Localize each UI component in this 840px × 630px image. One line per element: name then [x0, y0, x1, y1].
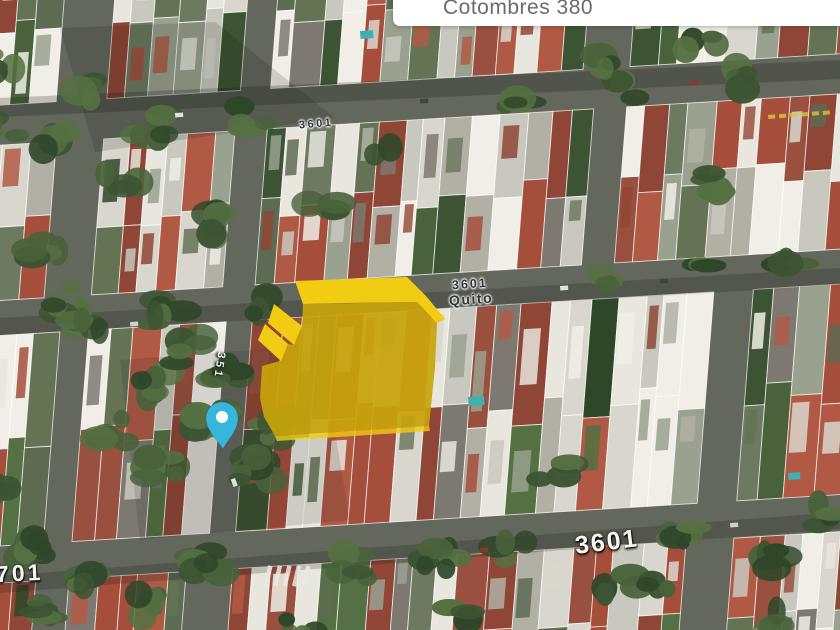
- search-bar[interactable]: Cotombres 380: [393, 0, 840, 26]
- location-pin[interactable]: [200, 398, 246, 456]
- map-view[interactable]: 3601 3601 Quito 351 3601 701 Cotombres 3…: [0, 0, 840, 630]
- highlighted-building-3d[interactable]: [0, 0, 840, 630]
- pin-center-dot: [216, 411, 228, 423]
- search-query-text: Cotombres 380: [443, 0, 594, 19]
- search-icon: [405, 0, 431, 1]
- street-label-701: 701: [0, 558, 44, 588]
- street-label-quito: Quito: [448, 289, 494, 309]
- pin-body: [205, 401, 239, 450]
